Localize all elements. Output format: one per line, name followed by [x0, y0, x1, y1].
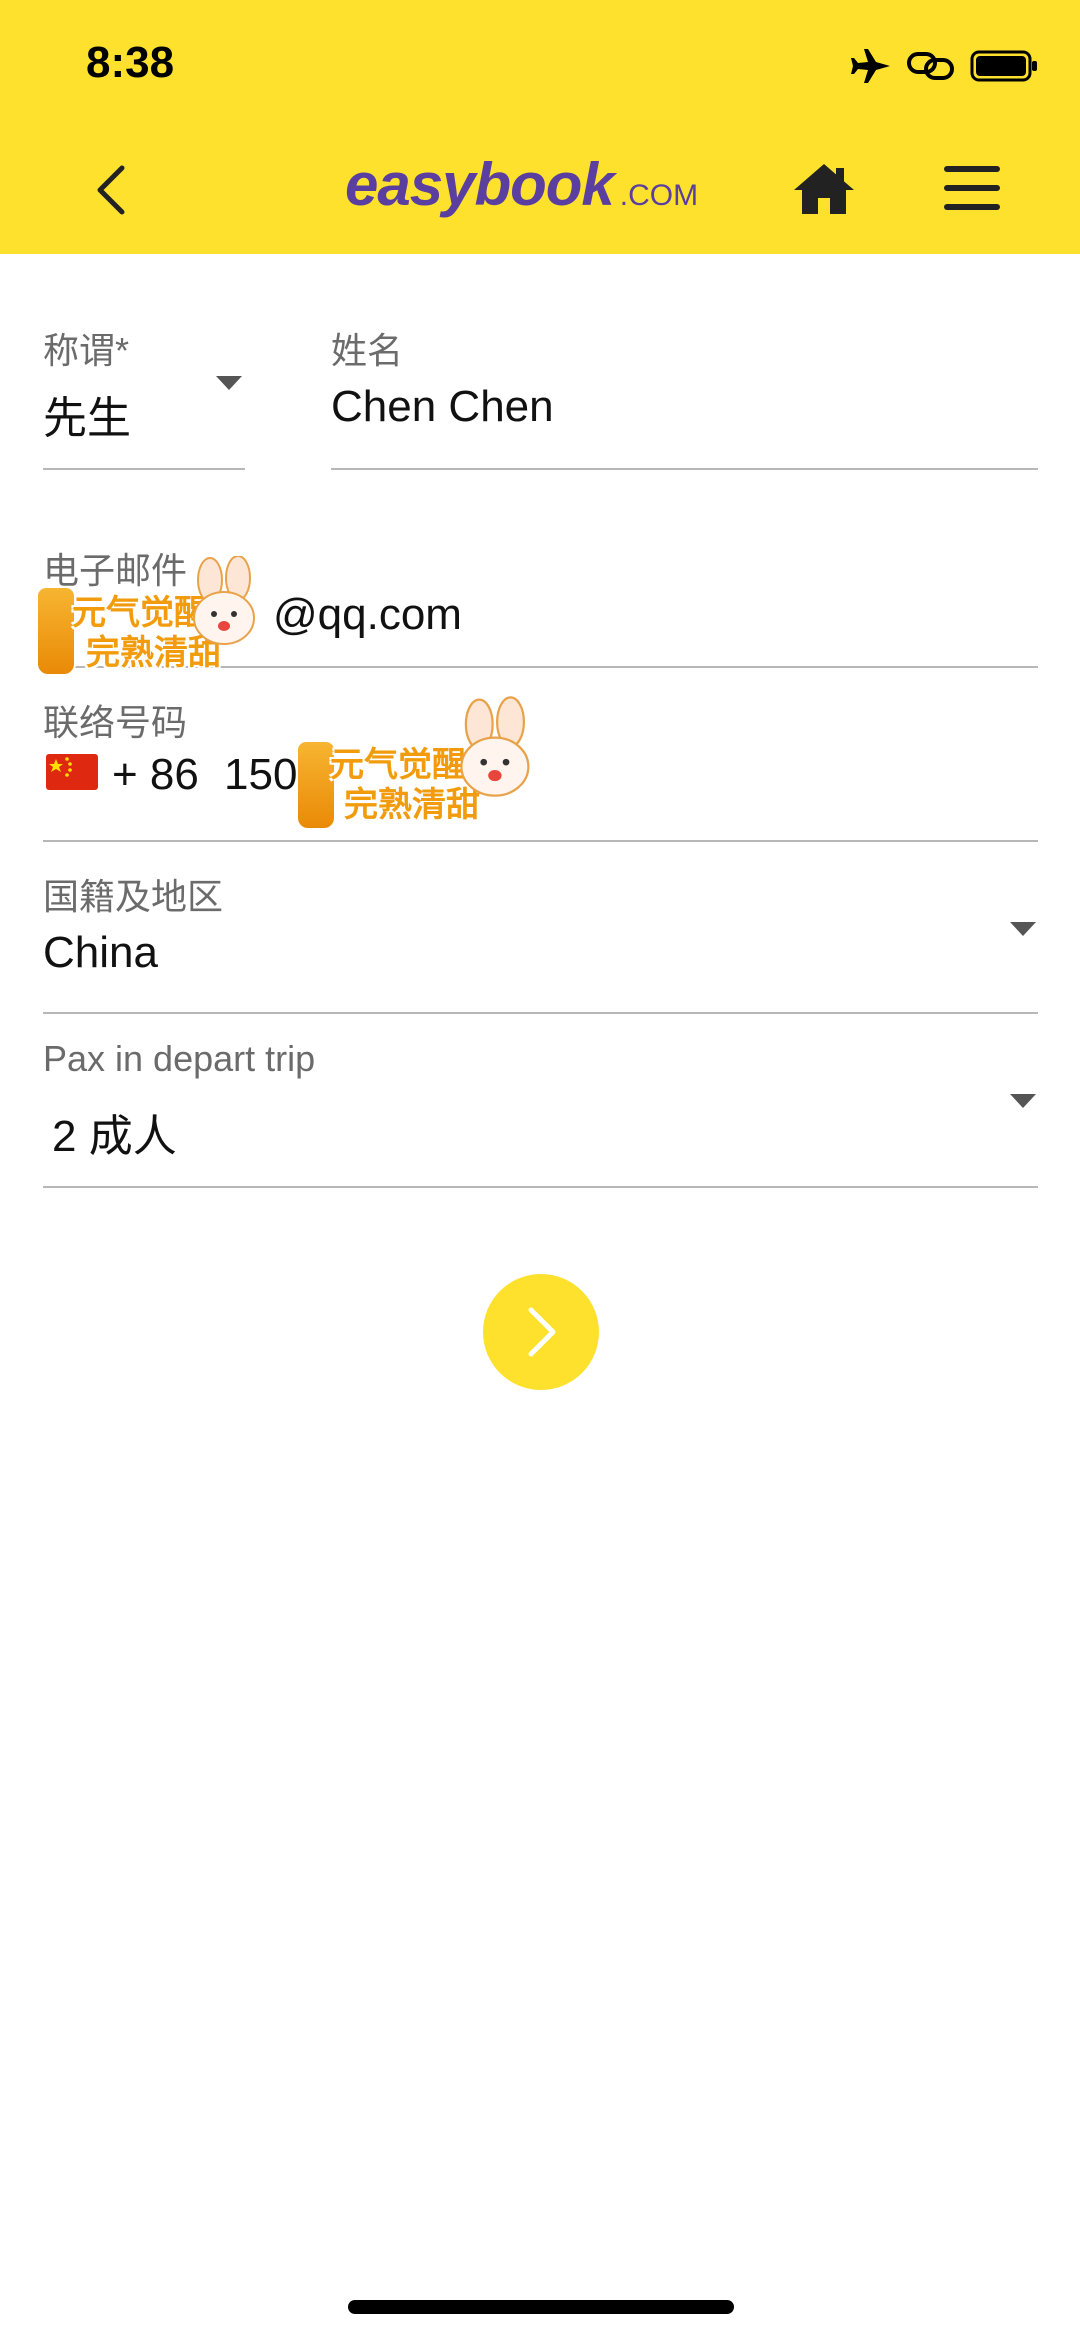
pax-label: Pax in depart trip [43, 1038, 316, 1079]
salutation-select[interactable]: 先生 [43, 382, 131, 446]
airplane-icon [850, 47, 892, 85]
menu-button[interactable] [942, 164, 1002, 212]
nationality-underline [43, 1012, 1038, 1014]
app-header: 8:38 easybook .COM [0, 0, 1080, 254]
pax-select[interactable]: 2 成人 [52, 1100, 177, 1164]
sticker-text-3: 元气觉醒 [330, 746, 466, 784]
name-underline [331, 468, 1038, 470]
bunny-sticker-icon [193, 556, 255, 645]
logo-text: easybook [345, 151, 615, 218]
name-field[interactable]: Chen Chen [331, 382, 554, 432]
back-button[interactable] [80, 160, 140, 220]
nationality-label: 国籍及地区 [43, 876, 224, 917]
battery-icon [970, 50, 1040, 82]
email-field[interactable]: @qq.com [273, 590, 462, 640]
chevron-left-icon [97, 165, 125, 215]
salutation-dropdown-icon[interactable] [216, 376, 242, 390]
nationality-dropdown-icon[interactable] [1010, 922, 1036, 936]
pax-dropdown-icon[interactable] [1010, 1094, 1036, 1108]
phone-underline [43, 840, 1038, 842]
status-time: 8:38 [86, 38, 175, 87]
salutation-label: 称谓* [43, 330, 130, 371]
easybook-logo[interactable]: easybook .COM [345, 150, 698, 220]
pax-underline [43, 1186, 1038, 1188]
nationality-select[interactable]: China [43, 928, 158, 978]
juice-bottle-sticker [36, 586, 76, 676]
phone-country-code[interactable]: + 86 [112, 750, 199, 800]
phone-number-field[interactable]: 150 [224, 750, 297, 800]
logo-suffix: .COM [619, 179, 699, 212]
salutation-underline [43, 468, 245, 470]
hamburger-menu-icon [944, 166, 1000, 210]
link-icon [906, 50, 956, 82]
home-icon [794, 164, 854, 214]
chevron-right-icon [528, 1307, 556, 1357]
name-label: 姓名 [331, 330, 404, 371]
phone-label: 联络号码 [43, 702, 188, 743]
home-button[interactable] [792, 160, 856, 220]
china-flag-icon[interactable] [46, 754, 98, 790]
status-icons [850, 46, 1040, 86]
home-indicator[interactable] [348, 2300, 734, 2314]
next-button[interactable] [483, 1274, 599, 1390]
bunny-sticker-icon-2 [460, 696, 530, 797]
